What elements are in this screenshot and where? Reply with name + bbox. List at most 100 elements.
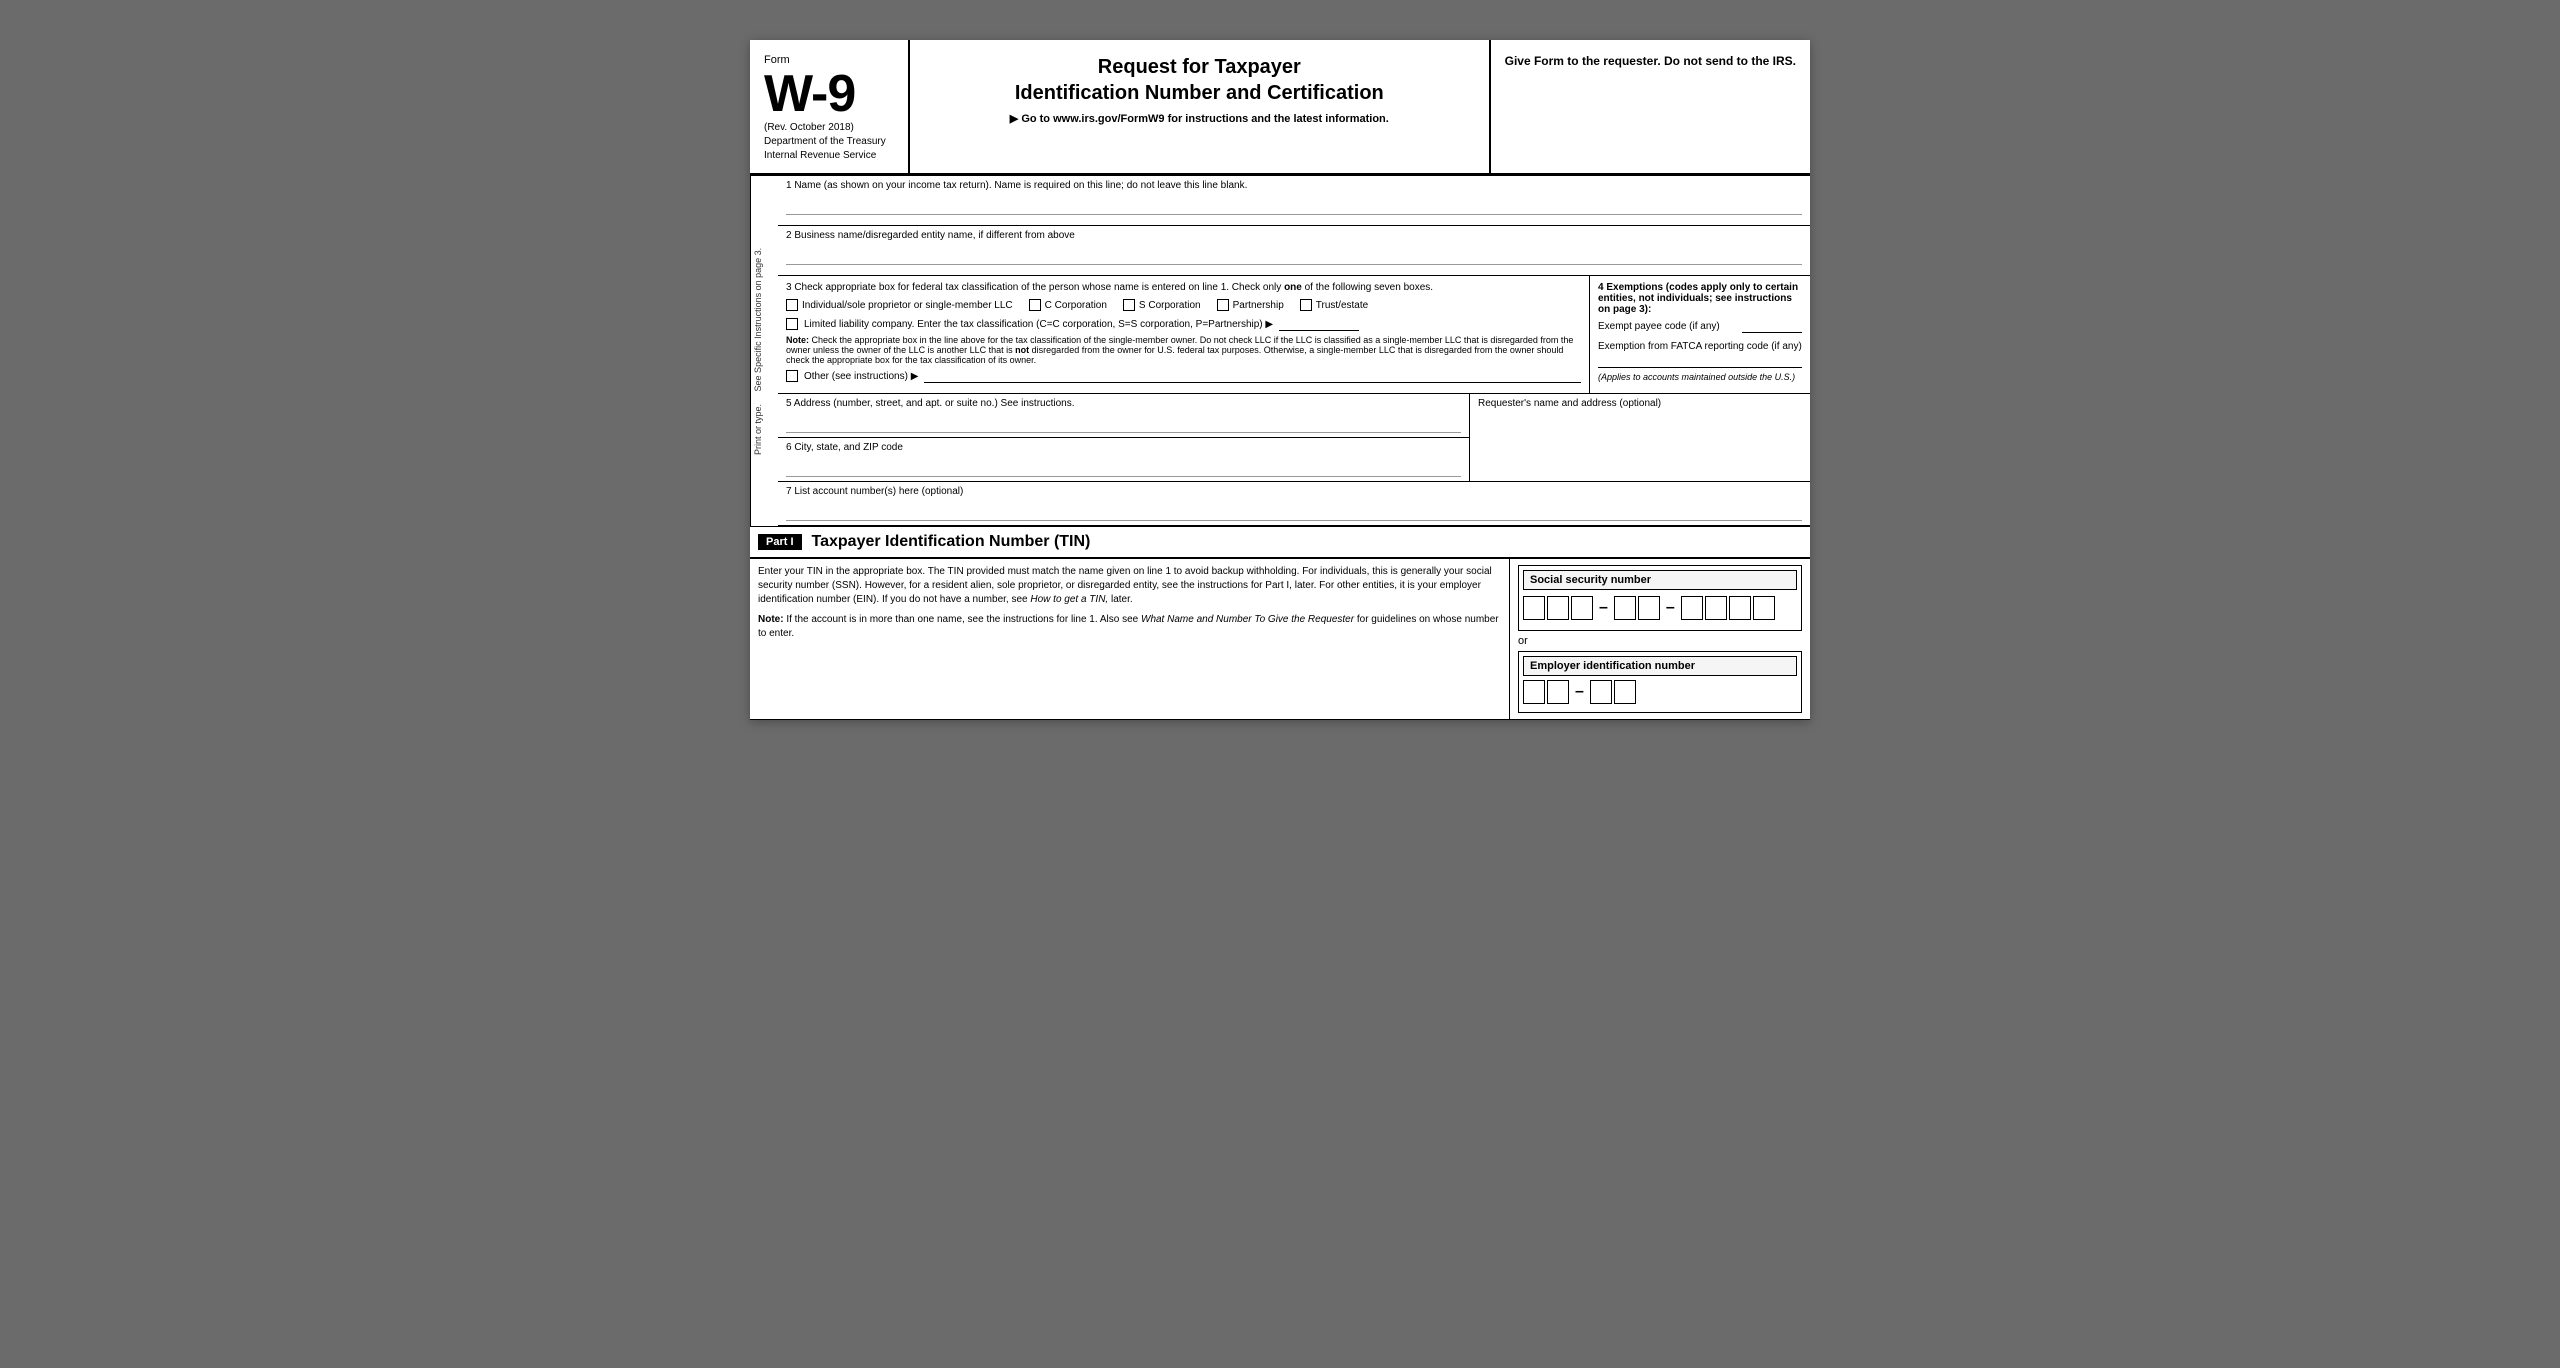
- section3-header: 3 Check appropriate box for federal tax …: [786, 282, 1581, 293]
- checkbox-c-corp-label: C Corporation: [1045, 300, 1107, 311]
- exempt-payee-label: Exempt payee code (if any): [1598, 321, 1720, 332]
- main-content: 1 Name (as shown on your income tax retu…: [778, 176, 1810, 526]
- side-label: Print or type. See Specific Instructions…: [750, 176, 778, 526]
- field4-label: 4 Exemptions (codes apply only to certai…: [1598, 282, 1802, 315]
- checkbox-trust-box[interactable]: [1300, 299, 1312, 311]
- ssn-cell-8[interactable]: [1729, 596, 1751, 620]
- checkbox-llc-box[interactable]: [786, 318, 798, 330]
- w9-form: Form W-9 (Rev. October 2018) Department …: [750, 40, 1810, 720]
- field5-row: 5 Address (number, street, and apt. or s…: [778, 394, 1469, 438]
- part-i-note: Note: If the account is in more than one…: [758, 613, 1501, 641]
- checkbox-row-1: Individual/sole proprietor or single-mem…: [786, 299, 1581, 311]
- field1-label: 1 Name (as shown on your income tax retu…: [786, 180, 1802, 191]
- llc-label: Limited liability company. Enter the tax…: [804, 319, 1273, 330]
- form-number: W-9: [764, 68, 894, 120]
- field1-input[interactable]: [786, 199, 1802, 215]
- checkbox-s-corp[interactable]: S Corporation: [1123, 299, 1201, 311]
- form-title: Request for Taxpayer Identification Numb…: [930, 54, 1469, 106]
- ssn-label: Social security number: [1523, 570, 1797, 590]
- ssn-boxes: – –: [1523, 596, 1797, 620]
- field3-label2: of the following seven boxes.: [1305, 282, 1433, 293]
- field6-input[interactable]: [786, 461, 1461, 477]
- field3-label: 3 Check appropriate box for federal tax …: [786, 282, 1281, 293]
- exempt-code-row: Exempt payee code (if any): [1598, 319, 1802, 333]
- ssn-cell-7[interactable]: [1705, 596, 1727, 620]
- checkbox-s-corp-box[interactable]: [1123, 299, 1135, 311]
- checkbox-individual[interactable]: Individual/sole proprietor or single-mem…: [786, 299, 1013, 311]
- part-i-label: Part I: [758, 534, 802, 550]
- checkbox-s-corp-label: S Corporation: [1139, 300, 1201, 311]
- field7-label: 7 List account number(s) here (optional): [786, 486, 963, 497]
- ein-dash: –: [1573, 683, 1586, 701]
- ssn-group-2: [1614, 596, 1660, 620]
- field2-row: 2 Business name/disregarded entity name,…: [778, 226, 1810, 276]
- form-dept: Department of the Treasury Internal Reve…: [764, 135, 894, 163]
- ein-cell-1[interactable]: [1523, 680, 1545, 704]
- ssn-section: Social security number –: [1518, 565, 1802, 631]
- section3-left: 3 Check appropriate box for federal tax …: [778, 276, 1590, 393]
- header-right: Give Form to the requester. Do not send …: [1491, 40, 1810, 173]
- goto-text: ▶ Go to www.irs.gov/FormW9 for instructi…: [930, 112, 1469, 125]
- ssn-group-1: [1523, 596, 1593, 620]
- checkbox-c-corp-box[interactable]: [1029, 299, 1041, 311]
- form-rev: (Rev. October 2018): [764, 122, 894, 133]
- ein-group-1: [1523, 680, 1569, 704]
- part-i-title: Taxpayer Identification Number (TIN): [812, 533, 1091, 551]
- ssn-cell-6[interactable]: [1681, 596, 1703, 620]
- field5-input[interactable]: [786, 417, 1461, 433]
- ein-label: Employer identification number: [1523, 656, 1797, 676]
- ssn-group-3: [1681, 596, 1775, 620]
- part-i-text1: Enter your TIN in the appropriate box. T…: [758, 565, 1501, 607]
- checkbox-other-box[interactable]: [786, 370, 798, 382]
- exempt-code-input[interactable]: [1742, 319, 1802, 333]
- part-i-header-row: Part I Taxpayer Identification Number (T…: [750, 527, 1810, 559]
- ein-cell-4[interactable]: [1614, 680, 1636, 704]
- part-i-left: Enter your TIN in the appropriate box. T…: [750, 559, 1510, 719]
- fatca-input[interactable]: [1598, 354, 1802, 368]
- field7-input[interactable]: [786, 505, 1802, 521]
- ein-boxes: –: [1523, 680, 1797, 704]
- section4-right: 4 Exemptions (codes apply only to certai…: [1590, 276, 1810, 393]
- ein-cell-3[interactable]: [1590, 680, 1612, 704]
- llc-input[interactable]: [1279, 317, 1359, 331]
- ein-cell-2[interactable]: [1547, 680, 1569, 704]
- requester-label: Requester's name and address (optional): [1478, 398, 1661, 409]
- checkbox-c-corp[interactable]: C Corporation: [1029, 299, 1107, 311]
- field1-row: 1 Name (as shown on your income tax retu…: [778, 176, 1810, 226]
- address-section: 5 Address (number, street, and apt. or s…: [778, 394, 1810, 482]
- address-left: 5 Address (number, street, and apt. or s…: [778, 394, 1470, 481]
- part-i-content: Enter your TIN in the appropriate box. T…: [750, 559, 1810, 720]
- other-input[interactable]: [924, 369, 1581, 383]
- ssn-cell-2[interactable]: [1547, 596, 1569, 620]
- section3-box: 3 Check appropriate box for federal tax …: [778, 276, 1810, 394]
- fatca-label: Exemption from FATCA reporting code (if …: [1598, 341, 1802, 352]
- ssn-cell-5[interactable]: [1638, 596, 1660, 620]
- other-row: Other (see instructions) ▶: [786, 369, 1581, 383]
- field2-input[interactable]: [786, 249, 1802, 265]
- ssn-cell-9[interactable]: [1753, 596, 1775, 620]
- checkbox-partnership-label: Partnership: [1233, 300, 1284, 311]
- note-label: Note:: [786, 335, 809, 345]
- field5-label: 5 Address (number, street, and apt. or s…: [786, 398, 1075, 409]
- part-i-right: Social security number –: [1510, 559, 1810, 719]
- checkbox-individual-label: Individual/sole proprietor or single-mem…: [802, 300, 1013, 311]
- or-text: or: [1518, 635, 1802, 647]
- ssn-cell-3[interactable]: [1571, 596, 1593, 620]
- field6-label: 6 City, state, and ZIP code: [786, 442, 903, 453]
- ein-group-2: [1590, 680, 1636, 704]
- form-header: Form W-9 (Rev. October 2018) Department …: [750, 40, 1810, 176]
- ssn-cell-4[interactable]: [1614, 596, 1636, 620]
- header-left: Form W-9 (Rev. October 2018) Department …: [750, 40, 910, 173]
- applies-text: (Applies to accounts maintained outside …: [1598, 372, 1802, 382]
- note-not: not: [1015, 345, 1029, 355]
- part-i-section: Part I Taxpayer Identification Number (T…: [750, 527, 1810, 720]
- checkbox-individual-box[interactable]: [786, 299, 798, 311]
- field7-row: 7 List account number(s) here (optional): [778, 482, 1810, 526]
- requester-section: Requester's name and address (optional): [1470, 394, 1810, 481]
- ssn-dash-2: –: [1664, 599, 1677, 617]
- checkbox-partnership-box[interactable]: [1217, 299, 1229, 311]
- note-section: Note: Check the appropriate box in the l…: [786, 335, 1581, 365]
- ssn-cell-1[interactable]: [1523, 596, 1545, 620]
- checkbox-partnership[interactable]: Partnership: [1217, 299, 1284, 311]
- checkbox-trust[interactable]: Trust/estate: [1300, 299, 1368, 311]
